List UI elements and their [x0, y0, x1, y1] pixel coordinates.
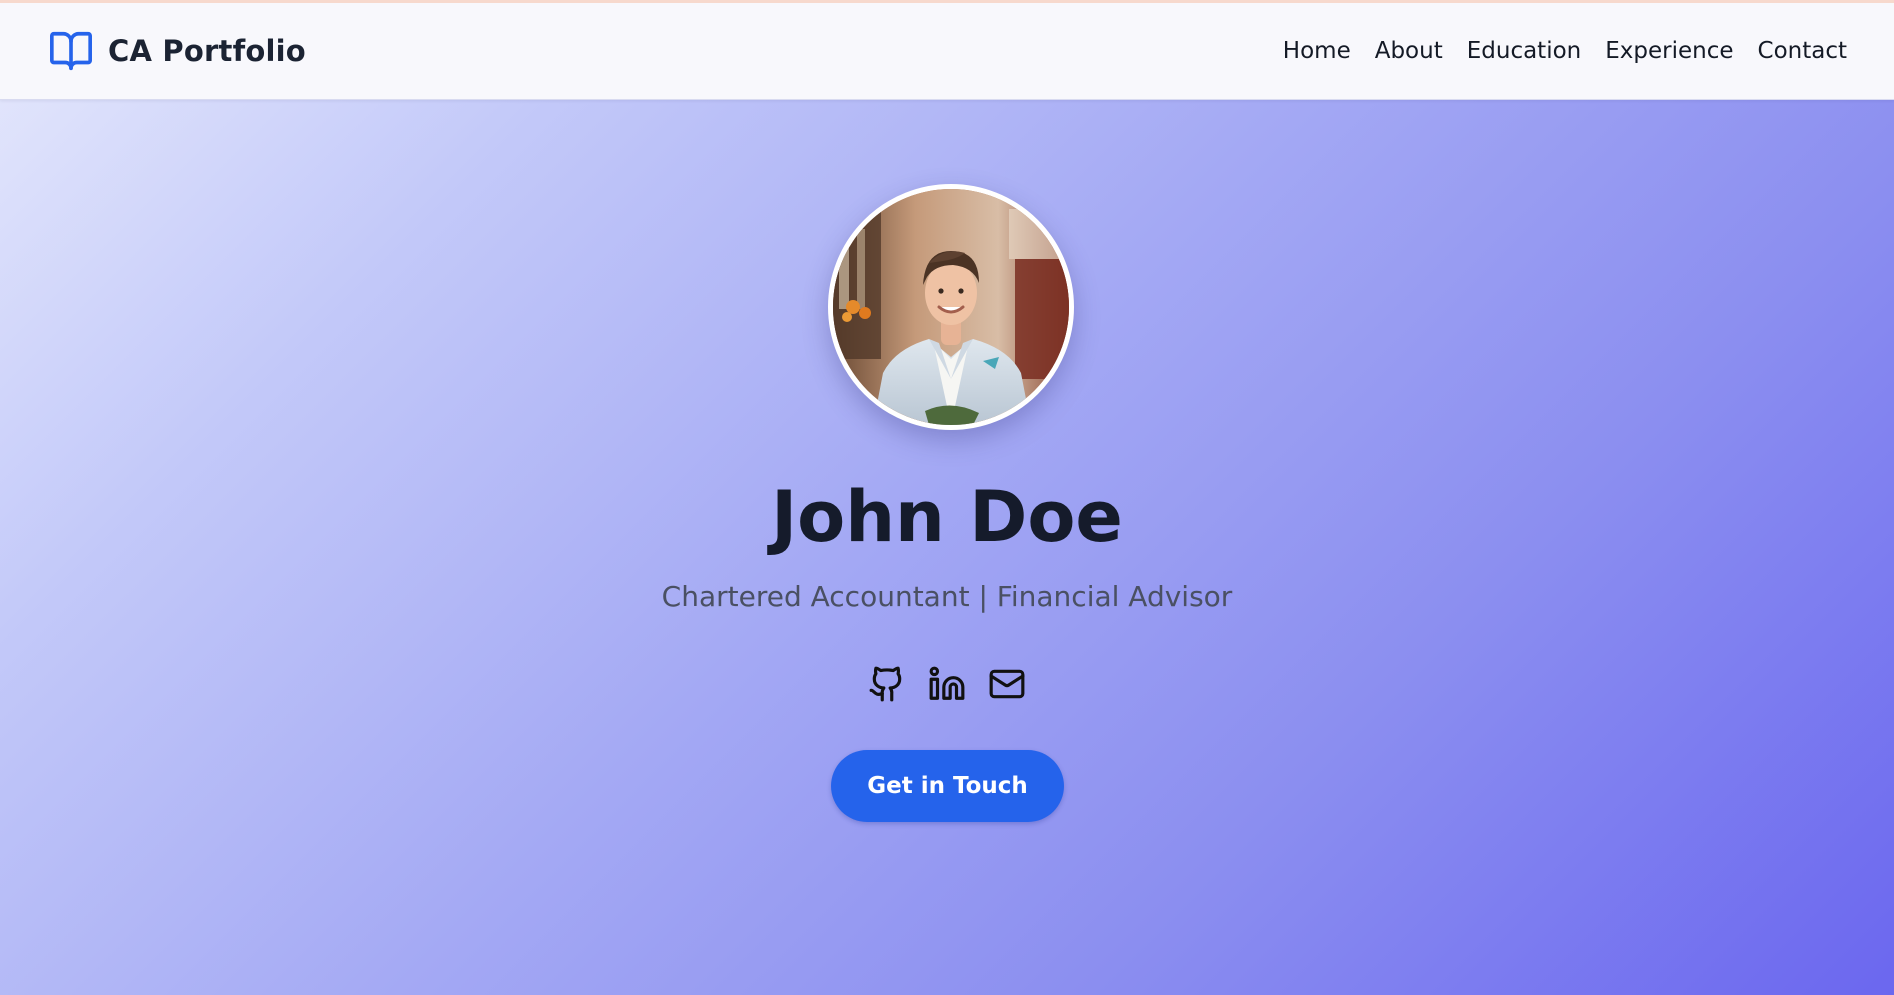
nav-experience[interactable]: Experience [1605, 38, 1733, 64]
brand-link[interactable]: CA Portfolio [48, 3, 306, 99]
profile-photo [828, 184, 1074, 430]
navbar: CA Portfolio Home About Education Experi… [0, 3, 1894, 100]
nav-contact[interactable]: Contact [1758, 38, 1847, 64]
top-accent-line [0, 0, 1894, 3]
mail-icon[interactable] [988, 665, 1026, 703]
github-icon[interactable] [868, 665, 906, 703]
page: CA Portfolio Home About Education Experi… [0, 0, 1894, 995]
linkedin-icon[interactable] [928, 665, 966, 703]
book-open-icon [48, 28, 94, 74]
social-links [868, 664, 1026, 704]
brand-name: CA Portfolio [108, 34, 306, 68]
main-nav: Home About Education Experience Contact [1283, 3, 1847, 99]
hero-section: John Doe Chartered Accountant | Financia… [0, 99, 1894, 995]
nav-about[interactable]: About [1375, 38, 1443, 64]
nav-education[interactable]: Education [1467, 38, 1582, 64]
nav-home[interactable]: Home [1283, 38, 1351, 64]
hero-subtitle: Chartered Accountant | Financial Advisor [661, 580, 1233, 613]
profile-photo-illustration [833, 189, 1069, 425]
hero-name: John Doe [771, 476, 1123, 558]
get-in-touch-button[interactable]: Get in Touch [831, 750, 1064, 822]
